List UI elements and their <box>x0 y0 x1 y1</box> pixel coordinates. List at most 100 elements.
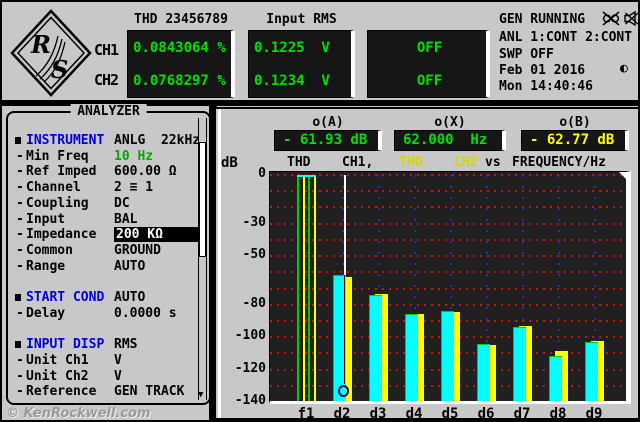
row-value: AUTO <box>114 258 146 274</box>
bar-top-f1 <box>297 175 316 177</box>
instrument-screen: R S CH1 CH2 THD 23456789 0.0843064 % 0.076… <box>0 0 640 422</box>
status-anl: ANL 1:CONT 2:CONT <box>499 30 633 45</box>
analyzer-row-unit-ch1[interactable]: - Unit Ch1 V <box>8 353 209 368</box>
item-bullet: - <box>16 384 24 400</box>
item-bullet: - <box>16 258 24 274</box>
meter-value: 0.1234 V <box>254 72 330 89</box>
y-tick-label: 0 <box>258 166 266 181</box>
status-swp: SWP OFF <box>499 47 554 62</box>
meter-value: OFF <box>416 39 443 56</box>
row-value: V <box>114 352 122 368</box>
group-bullet <box>15 294 21 301</box>
row-label: Min Freq <box>26 148 89 164</box>
row-label: Delay <box>26 305 66 321</box>
legend-item: vs <box>485 155 501 170</box>
svg-text:S: S <box>51 55 68 84</box>
gridline <box>270 222 626 225</box>
scrollbar-thumb[interactable] <box>199 142 206 257</box>
cursor-readout-value: - 62.77 dB <box>521 130 629 151</box>
x-tick-label: d2 <box>333 406 351 422</box>
analyzer-row-reference[interactable]: - Reference GEN TRACK <box>8 384 209 399</box>
bar-ch2-f1 <box>303 175 316 401</box>
bar-ch1-d9 <box>585 342 598 401</box>
analyzer-row-coupling[interactable]: - Coupling DC <box>8 196 209 211</box>
x-tick-label: f1 <box>297 406 315 422</box>
analyzer-row-channel[interactable]: - Channel 2 ≡ 1 <box>8 180 209 195</box>
gridline <box>270 174 626 176</box>
row-value: 2 ≡ 1 <box>114 180 154 196</box>
meter-value: 0.0768297 % <box>133 72 226 89</box>
analyzer-row-range[interactable]: - Range AUTO <box>8 259 209 274</box>
meter-value: 0.0843064 % <box>133 39 226 56</box>
row-label: Channel <box>26 180 81 196</box>
y-tick-label: -100 <box>234 328 266 344</box>
row-value: GEN TRACK <box>114 384 185 400</box>
gridline <box>270 255 626 258</box>
analyzer-row-common[interactable]: - Common GROUND <box>8 243 209 258</box>
chart-block: o(A) - 61.93 dB o(X) 62.000 Hz o(B) - 62.77 d… <box>214 107 638 422</box>
y-tick-label: -140 <box>234 393 266 408</box>
row-value: AUTO <box>114 290 146 305</box>
status-time: Mon 14:40:46 <box>499 79 593 94</box>
cursor-readout-value: - 61.93 dB <box>274 130 382 151</box>
y-tick-label: -50 <box>242 247 266 263</box>
row-label: INSTRUMENT <box>26 133 105 148</box>
analyzer-row-unit-ch2[interactable]: - Unit Ch2 V <box>8 369 209 384</box>
channel-label-ch2: CH2 <box>94 71 119 89</box>
rs-logo-icon: R S <box>10 9 92 97</box>
analyzer-row-impedance[interactable]: - Impedance 200 KΩ <box>8 227 209 243</box>
row-value: V <box>114 368 122 384</box>
keyboard-crossed-icon <box>602 11 620 30</box>
gridline <box>270 238 626 241</box>
row-label: START COND <box>26 290 105 305</box>
analyzer-row-input[interactable]: - Input BAL <box>8 212 209 227</box>
bar-ch1-d8 <box>549 355 562 401</box>
meter-display: 0.1225 V 0.1234 V <box>248 30 355 98</box>
channel-label-ch1: CH1 <box>94 41 119 59</box>
meter-title: Input RMS <box>266 12 337 27</box>
analyzer-panel-title: ANALYZER <box>70 104 147 119</box>
bar-ch1-d6 <box>477 343 490 401</box>
row-value: 10 Hz <box>114 148 154 164</box>
row-label: Coupling <box>26 195 89 211</box>
cursor-readout-label: o(A) <box>312 115 344 130</box>
row-label: Range <box>26 258 66 274</box>
row-label: Ref Imped <box>26 164 97 180</box>
x-tick-label: d9 <box>585 406 603 422</box>
y-tick-label: -80 <box>242 295 266 311</box>
analyzer-row-min-freq[interactable]: - Min Freq 10 Hz <box>8 149 209 164</box>
analyzer-row-instrument[interactable]: INSTRUMENT ANLG 22kHz <box>8 133 209 148</box>
bar-ch1-d7 <box>513 327 526 401</box>
row-value: DC <box>114 195 130 211</box>
meter-title: THD 23456789 <box>134 12 228 27</box>
row-label: Reference <box>26 384 97 400</box>
group-bullet <box>15 137 21 144</box>
analyzer-row-delay[interactable]: - Delay 0.0000 s <box>8 306 209 321</box>
bar-ch1-d3 <box>369 294 382 401</box>
x-tick-label: d4 <box>405 406 423 422</box>
plot-area <box>269 171 631 404</box>
row-label: Impedance <box>26 227 97 243</box>
analyzer-row-start-cond[interactable]: START COND AUTO <box>8 290 209 305</box>
analyzer-panel: ANALYZER INSTRUMENT ANLG 22kHz - Min Freq 10… <box>6 104 211 405</box>
item-bullet: - <box>16 148 24 164</box>
analyzer-scrollbar[interactable]: ▼ <box>198 118 207 400</box>
x-tick-label: d7 <box>513 406 531 422</box>
cursor-line <box>344 175 346 276</box>
y-tick-label: -120 <box>234 360 266 376</box>
analyzer-row-input-disp[interactable]: INPUT DISP RMS <box>8 337 209 352</box>
gridline <box>270 271 626 274</box>
meter-display: OFF OFF <box>367 30 490 98</box>
watermark: © KenRockwell.com <box>6 406 151 421</box>
meter-value: 0.1225 V <box>254 39 330 56</box>
analyzer-row-ref-imped[interactable]: - Ref Imped 600.00 Ω <box>8 164 209 179</box>
gridline <box>270 303 626 306</box>
meter-value: OFF <box>416 72 443 89</box>
legend-item: FREQUENCY/Hz <box>512 155 606 170</box>
legend-item: THD <box>399 155 423 170</box>
row-label: INPUT DISP <box>26 337 105 353</box>
scrollbar-down-arrow[interactable]: ▼ <box>198 391 203 400</box>
row-label: Input <box>26 211 66 227</box>
item-bullet: - <box>16 352 24 368</box>
plot-corner-marker <box>619 172 626 179</box>
